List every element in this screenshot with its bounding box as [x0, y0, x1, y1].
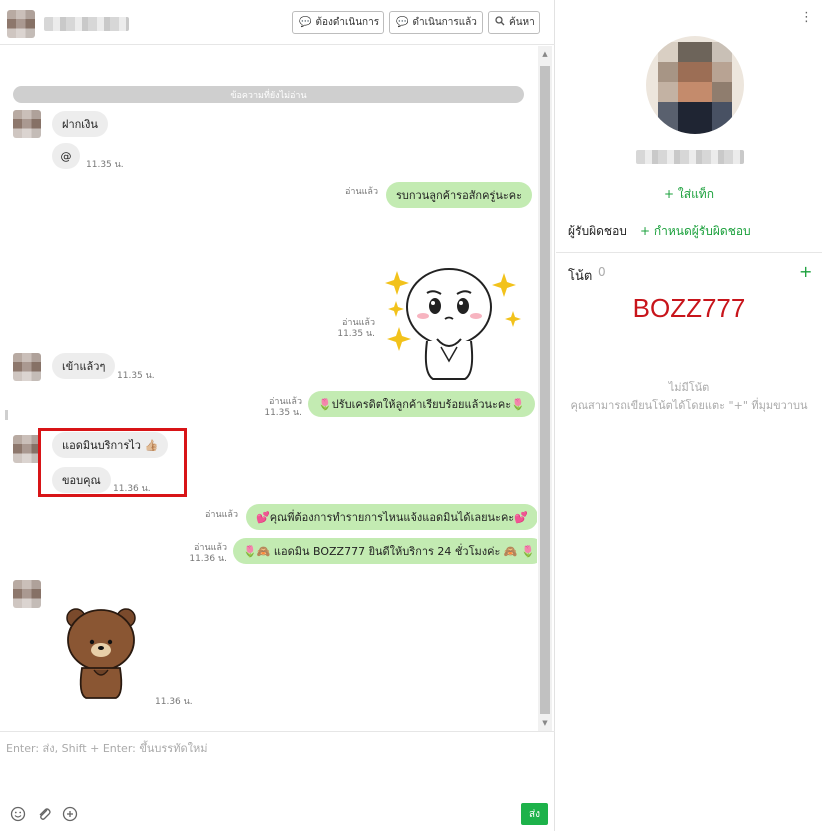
sender-avatar[interactable]	[13, 353, 41, 381]
message-bubble-out: 💕คุณพี่ต้องการทำรายการไหนแจ้งแอดมินได้เล…	[246, 504, 537, 530]
search-icon	[495, 16, 505, 29]
notes-count: 0	[598, 265, 606, 279]
chat-pane: 💬 ต้องดำเนินการ 💬 ดำเนินการแล้ว ค้นหา ข้…	[0, 0, 555, 831]
chat-app: 💬 ต้องดำเนินการ 💬 ดำเนินการแล้ว ค้นหา ข้…	[0, 0, 822, 831]
assignee-label: ผู้รับผิดชอบ	[568, 224, 627, 238]
message-bubble-in: เข้าแล้วๆ	[52, 353, 116, 379]
message-time: 11.35 น.	[86, 160, 124, 170]
message-bubble-out: 🌷ปรับเครดิตให้ลูกค้าเรียบร้อยแล้วนะคะ🌷	[308, 391, 535, 417]
read-status: อ่านแล้ว	[269, 397, 302, 407]
add-chat-icon[interactable]	[62, 806, 78, 822]
divider	[556, 252, 822, 253]
message-time: 11.35 น.	[337, 329, 375, 339]
read-status: อ่านแล้ว	[205, 510, 238, 520]
message-bubble-in: ฝากเงิน	[52, 111, 108, 137]
add-tag-link[interactable]: + ใส่แท็ก	[556, 185, 822, 204]
message-list[interactable]: ข้อความที่ยังไม่อ่าน ฝากเงิน @ 11.35 น. …	[0, 46, 537, 731]
composer	[0, 731, 555, 831]
speech-bubble-icon: 💬	[299, 17, 312, 28]
profile-photo[interactable]	[646, 36, 744, 134]
more-options-icon[interactable]: ⋮	[800, 11, 813, 24]
sender-avatar[interactable]	[13, 435, 41, 463]
scroll-down-arrow-icon[interactable]: ▼	[538, 719, 552, 727]
empty-notes-label: ไม่มีโน้ต	[668, 381, 710, 394]
sender-avatar[interactable]	[13, 580, 41, 608]
message-time: 11.36 น.	[155, 697, 193, 707]
cony-sticker	[383, 261, 523, 387]
unread-divider: ข้อความที่ยังไม่อ่าน	[13, 86, 524, 103]
message-scrollbar[interactable]: ▲ ▼	[538, 46, 552, 731]
emoji-icon[interactable]	[10, 806, 26, 822]
send-button[interactable]: ส่ง	[521, 803, 548, 825]
message-input[interactable]	[6, 739, 546, 799]
scroll-thumb[interactable]	[540, 66, 550, 714]
chat-header: 💬 ต้องดำเนินการ 💬 ดำเนินการแล้ว ค้นหา	[0, 0, 555, 45]
highlight-box	[38, 428, 187, 497]
read-status: อ่านแล้ว	[345, 187, 378, 197]
profile-name-blurred	[636, 150, 744, 164]
assign-owner-link[interactable]: + กำหนดผู้รับผิดชอบ	[640, 222, 751, 241]
add-note-button[interactable]: +	[799, 262, 812, 281]
attachment-icon[interactable]	[36, 806, 52, 822]
contact-avatar[interactable]	[7, 10, 35, 38]
done-button[interactable]: 💬 ดำเนินการแล้ว	[389, 11, 483, 34]
sender-avatar[interactable]	[13, 110, 41, 138]
notes-title: โน้ต	[568, 269, 593, 284]
read-status: อ่านแล้ว	[194, 543, 227, 553]
speech-bubble-icon: 💬	[396, 17, 409, 28]
notes-hint: คุณสามารถเขียนโน้ตได้โดยแตะ "+" ที่มุมขว…	[570, 399, 808, 412]
message-time: 11.36 น.	[189, 554, 227, 564]
scroll-up-arrow-icon[interactable]: ▲	[538, 50, 552, 58]
read-status: อ่านแล้ว	[342, 318, 375, 328]
message-time: 11.35 น.	[117, 371, 155, 381]
message-bubble-out: 🌷🙈 แอดมิน BOZZ777 ยินดีให้บริการ 24 ชั่ว…	[233, 538, 537, 564]
note-text: BOZZ777	[632, 293, 746, 323]
message-bubble-out: รบกวนลูกค้ารอสักครู่นะคะ	[386, 182, 533, 208]
search-button[interactable]: ค้นหา	[488, 11, 540, 34]
contact-name-blurred	[44, 17, 129, 31]
brown-bear-sticker	[64, 606, 138, 700]
message-marker	[5, 410, 8, 420]
message-bubble-in: @	[52, 143, 80, 169]
profile-pane: ⋮ + ใส่แท็ก ผู้รับผิดชอบ + กำหนดผู้รับผิ…	[556, 0, 822, 831]
pending-button[interactable]: 💬 ต้องดำเนินการ	[292, 11, 384, 34]
message-time: 11.35 น.	[264, 408, 302, 418]
